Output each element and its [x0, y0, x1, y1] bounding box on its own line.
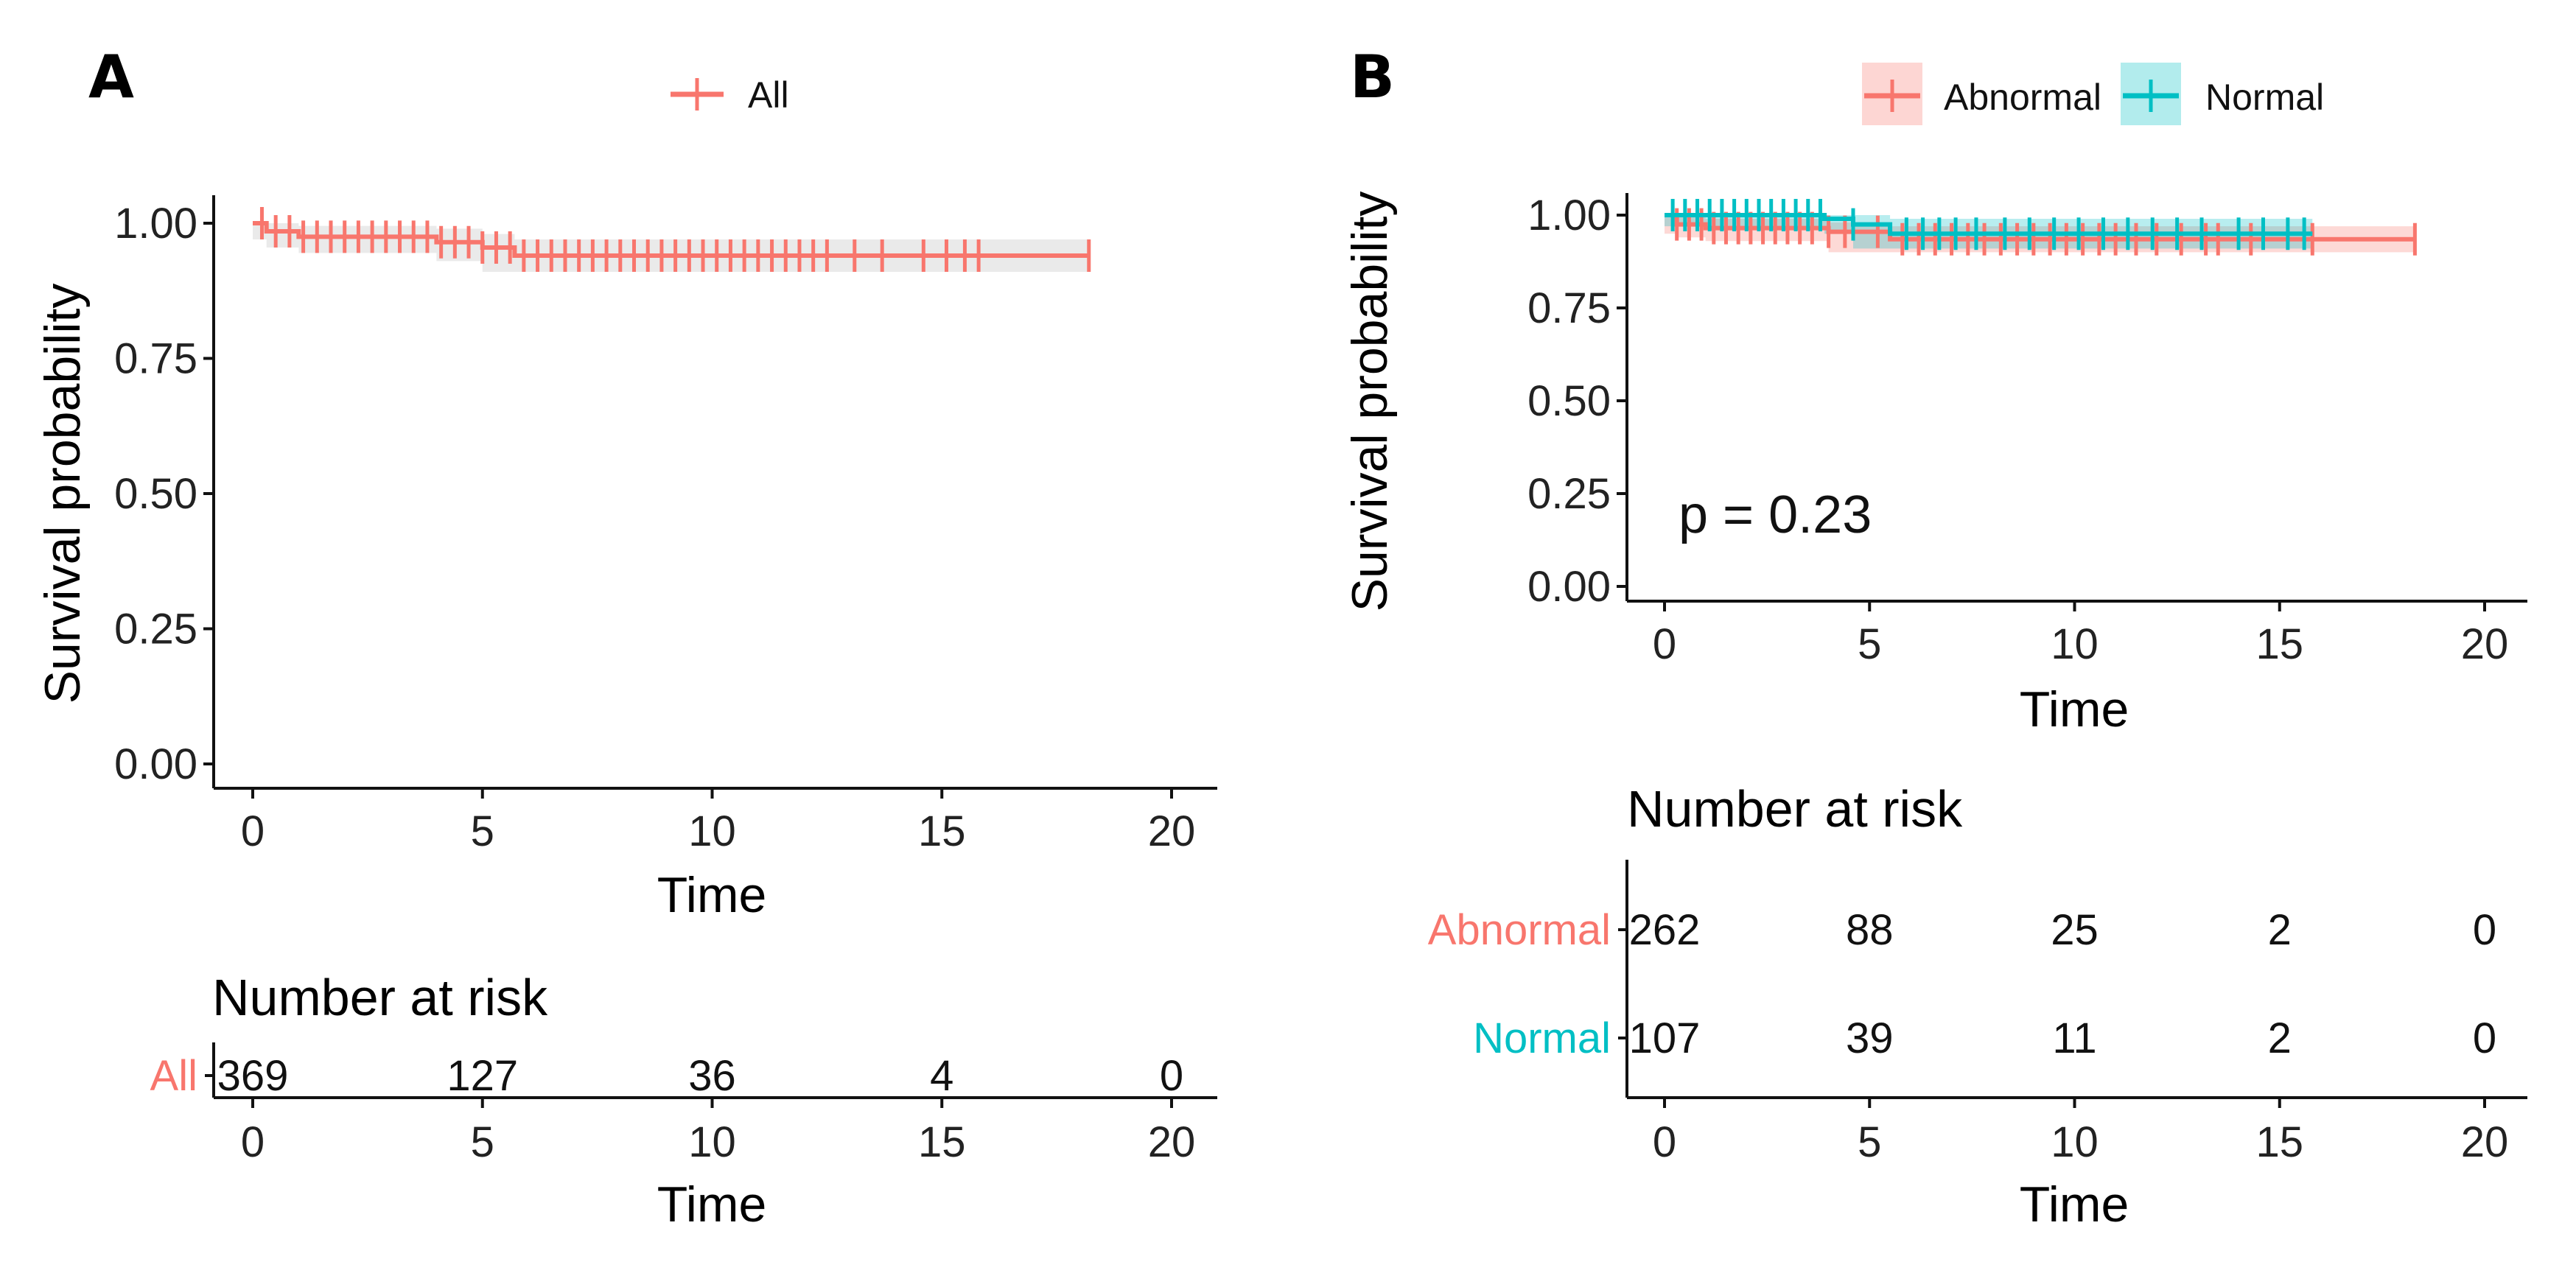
panel-b-risk-x-tick-label: 5 — [1858, 1118, 1881, 1166]
panel-a-risk-x-tick-label: 15 — [918, 1118, 966, 1166]
panel-a-y-tick-label: 0.00 — [114, 740, 197, 788]
panel-b-p-value: p = 0.23 — [1679, 485, 1872, 544]
panel-b-y-axis-title: Survival probability — [1342, 192, 1398, 612]
panel-b-risk-value: 0 — [2473, 1014, 2496, 1062]
panel-b-x-axis-title: Time — [2020, 681, 2129, 737]
panel-b-risk-value: 25 — [2051, 906, 2099, 954]
panel-b-risk-value: 0 — [2473, 906, 2496, 954]
panel-b-y-tick-label: 0.75 — [1527, 284, 1611, 332]
panel-b-risk-value: 88 — [1846, 906, 1894, 954]
panel-a-risk-x-tick-label: 20 — [1148, 1118, 1196, 1166]
panel-b-risk-row-label: Abnormal — [1428, 906, 1611, 954]
panel-a-risk-x-tick-label: 0 — [241, 1118, 265, 1166]
panel-a-risk-value: 0 — [1160, 1052, 1183, 1100]
panel-a-y-tick-label: 0.75 — [114, 335, 197, 383]
panel-b-risk-value: 11 — [2052, 1014, 2096, 1062]
panel-b-risk-x-tick-label: 15 — [2255, 1118, 2303, 1166]
panel-b-risk-x-axis-title: Time — [2020, 1176, 2129, 1232]
panel-a-x-tick-label: 5 — [471, 807, 494, 855]
panel-b-letter: B — [1350, 43, 1395, 111]
panel-a-legend: All — [671, 74, 789, 116]
panel-b-risk-table: Abnormal 262 88 25 2 0Normal 107 39 11 2 00 5 10 15 20 — [1428, 860, 2527, 1166]
panel-b-x-tick-label: 5 — [1858, 620, 1881, 668]
panel-b-risk-x-tick-label: 20 — [2461, 1118, 2509, 1166]
panel-b-survival-plot: 0.00 0.25 0.50 0.75 1.00 0 5 10 15 20 — [1527, 192, 2527, 668]
panel-b-risk-value: 2 — [2268, 906, 2292, 954]
panel-b-y-tick-label: 1.00 — [1527, 192, 1611, 239]
panel-a-risk-x-tick-label: 10 — [688, 1118, 736, 1166]
panel-b-x-tick-label: 15 — [2255, 620, 2303, 668]
panel-b-y-tick-label: 0.50 — [1527, 377, 1611, 425]
figure: A B All Abnormal Normal 0.00 0.25 0.50 0.75… — [35, 43, 2527, 1232]
panel-a-x-axis-title: Time — [657, 867, 767, 923]
legend-abnormal-label: Abnormal — [1944, 77, 2101, 118]
panel-a-y-axis-title: Survival probability — [35, 284, 91, 704]
panel-a-x-tick-label: 20 — [1148, 807, 1196, 855]
panel-b-risk-value: 2 — [2268, 1014, 2292, 1062]
panel-a-survival-plot: 0.00 0.25 0.50 0.75 1.00 0 5 10 15 20 — [114, 195, 1217, 855]
panel-b-risk-title: Number at risk — [1627, 780, 1963, 838]
legend-normal-label: Normal — [2205, 77, 2324, 118]
panel-a-y-tick-label: 0.50 — [114, 470, 197, 518]
panel-a-risk-value: 4 — [930, 1052, 953, 1100]
panel-a-risk-x-axis-title: Time — [657, 1176, 767, 1232]
panel-a-risk-value: 369 — [217, 1052, 289, 1100]
panel-a-risk-row-label: All — [150, 1052, 197, 1100]
panel-a-y-tick-label: 1.00 — [114, 200, 197, 248]
panel-a-x-tick-label: 15 — [918, 807, 966, 855]
panel-b-risk-row-label: Normal — [1473, 1014, 1611, 1062]
panel-b-y-tick-label: 0.25 — [1527, 470, 1611, 518]
panel-b-risk-value: 39 — [1846, 1014, 1894, 1062]
panel-a-risk-table: All 369 127 36 4 0 0 5 10 15 20 — [150, 1042, 1217, 1166]
panel-b-x-tick-label: 0 — [1653, 620, 1676, 668]
panel-a-risk-value: 127 — [447, 1052, 518, 1100]
legend-all-label: All — [748, 74, 789, 116]
panel-b-x-tick-label: 10 — [2051, 620, 2099, 668]
panel-a-risk-x-tick-label: 5 — [471, 1118, 494, 1166]
panel-a-x-tick-label: 0 — [241, 807, 265, 855]
panel-a-letter: A — [88, 43, 134, 111]
panel-b-risk-x-tick-label: 10 — [2051, 1118, 2099, 1166]
panel-b-risk-x-tick-label: 0 — [1653, 1118, 1676, 1166]
panel-b-x-tick-label: 20 — [2461, 620, 2509, 668]
panel-a-risk-value: 36 — [688, 1052, 736, 1100]
panel-b-risk-value: 107 — [1629, 1014, 1701, 1062]
panel-a-y-tick-label: 0.25 — [114, 606, 197, 653]
panel-a-x-tick-label: 10 — [688, 807, 736, 855]
panel-b-legend: Abnormal Normal — [1862, 63, 2324, 125]
panel-a-risk-title: Number at risk — [212, 969, 548, 1026]
panel-b-y-tick-label: 0.00 — [1527, 563, 1611, 611]
panel-b-risk-value: 262 — [1629, 906, 1701, 954]
